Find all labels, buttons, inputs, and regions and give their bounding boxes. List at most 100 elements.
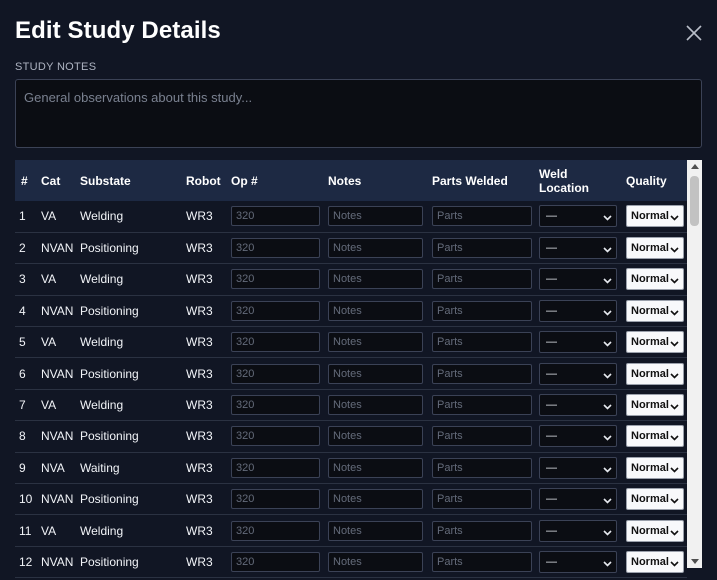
row-category: VA [41,209,57,224]
op-number-input[interactable] [231,363,320,384]
chevron-down-icon [603,527,612,539]
row-substate: Positioning [80,241,139,256]
column-header-notes: Notes [328,173,362,188]
scroll-up-arrow-icon[interactable] [691,164,699,169]
weld-location-value: — [546,461,557,474]
row-robot: WR3 [186,429,213,444]
row-robot: WR3 [186,272,213,287]
study-notes-textarea[interactable] [15,79,702,148]
quality-select[interactable]: Normal [626,456,684,479]
quality-select[interactable]: Normal [626,488,684,511]
parts-welded-input[interactable] [432,551,532,572]
table-row: 3 VA Welding WR3 — Normal [15,264,687,296]
parts-welded-input[interactable] [432,300,532,321]
weld-location-select[interactable]: — [539,299,617,322]
weld-location-select[interactable]: — [539,237,617,260]
parts-welded-input[interactable] [432,457,532,478]
row-notes-input[interactable] [328,238,423,259]
row-notes-input[interactable] [328,489,423,510]
row-category: VA [41,335,57,350]
weld-location-select[interactable]: — [539,331,617,354]
row-category: NVAN [41,492,74,507]
column-header-weld-location: Weld Location [539,166,589,195]
quality-select[interactable]: Normal [626,205,684,228]
table-scrollbar[interactable] [687,160,702,568]
weld-location-select[interactable]: — [539,268,617,291]
op-number-input[interactable] [231,300,320,321]
row-substate: Positioning [80,554,139,569]
op-number-input[interactable] [231,520,320,541]
quality-select[interactable]: Normal [626,331,684,354]
weld-location-select[interactable]: — [539,394,617,417]
table-row: 2 NVAN Positioning WR3 — Normal [15,232,687,264]
op-number-input[interactable] [231,269,320,290]
chevron-down-icon [670,212,679,224]
quality-select[interactable]: Normal [626,394,684,417]
op-number-input[interactable] [231,489,320,510]
parts-welded-input[interactable] [432,238,532,259]
weld-location-select[interactable]: — [539,362,617,385]
chevron-down-icon [670,464,679,476]
weld-location-value: — [546,493,557,506]
op-number-input[interactable] [231,238,320,259]
row-category: VA [41,398,57,413]
parts-welded-input[interactable] [432,489,532,510]
op-number-input[interactable] [231,332,320,353]
row-robot: WR3 [186,398,213,413]
row-notes-input[interactable] [328,206,423,227]
row-notes-input[interactable] [328,269,423,290]
row-number: 5 [19,335,26,350]
row-substate: Waiting [80,460,120,475]
row-number: 3 [19,272,26,287]
row-notes-input[interactable] [328,395,423,416]
row-notes-input[interactable] [328,363,423,384]
weld-location-select[interactable]: — [539,425,617,448]
op-number-input[interactable] [231,206,320,227]
observations-table: # Cat Substate Robot Op # Notes Parts We… [15,160,687,578]
column-header-cat: Cat [41,173,61,188]
row-notes-input[interactable] [328,520,423,541]
table-row: 4 NVAN Positioning WR3 — Normal [15,295,687,327]
quality-select[interactable]: Normal [626,550,684,573]
parts-welded-input[interactable] [432,426,532,447]
parts-welded-input[interactable] [432,332,532,353]
quality-select[interactable]: Normal [626,519,684,542]
parts-welded-input[interactable] [432,395,532,416]
quality-select[interactable]: Normal [626,425,684,448]
weld-location-select[interactable]: — [539,488,617,511]
row-notes-input[interactable] [328,332,423,353]
row-category: NVAN [41,303,74,318]
parts-welded-input[interactable] [432,269,532,290]
row-robot: WR3 [186,554,213,569]
row-notes-input[interactable] [328,551,423,572]
row-notes-input[interactable] [328,457,423,478]
weld-location-select[interactable]: — [539,456,617,479]
parts-welded-input[interactable] [432,363,532,384]
row-notes-input[interactable] [328,426,423,447]
row-substate: Positioning [80,303,139,318]
weld-location-select[interactable]: — [539,205,617,228]
weld-location-select[interactable]: — [539,550,617,573]
row-number: 9 [19,460,26,475]
row-robot: WR3 [186,209,213,224]
chevron-down-icon [670,338,679,350]
row-notes-input[interactable] [328,300,423,321]
op-number-input[interactable] [231,551,320,572]
row-substate: Welding [80,335,124,350]
scroll-down-arrow-icon[interactable] [691,559,699,564]
quality-select[interactable]: Normal [626,237,684,260]
parts-welded-input[interactable] [432,206,532,227]
quality-select[interactable]: Normal [626,268,684,291]
op-number-input[interactable] [231,426,320,447]
op-number-input[interactable] [231,395,320,416]
scrollbar-thumb[interactable] [690,176,699,226]
chevron-down-icon [670,432,679,444]
parts-welded-input[interactable] [432,520,532,541]
close-button[interactable] [682,21,706,45]
chevron-down-icon [670,370,679,382]
quality-select[interactable]: Normal [626,299,684,322]
chevron-down-icon [670,527,679,539]
weld-location-select[interactable]: — [539,519,617,542]
quality-select[interactable]: Normal [626,362,684,385]
op-number-input[interactable] [231,457,320,478]
